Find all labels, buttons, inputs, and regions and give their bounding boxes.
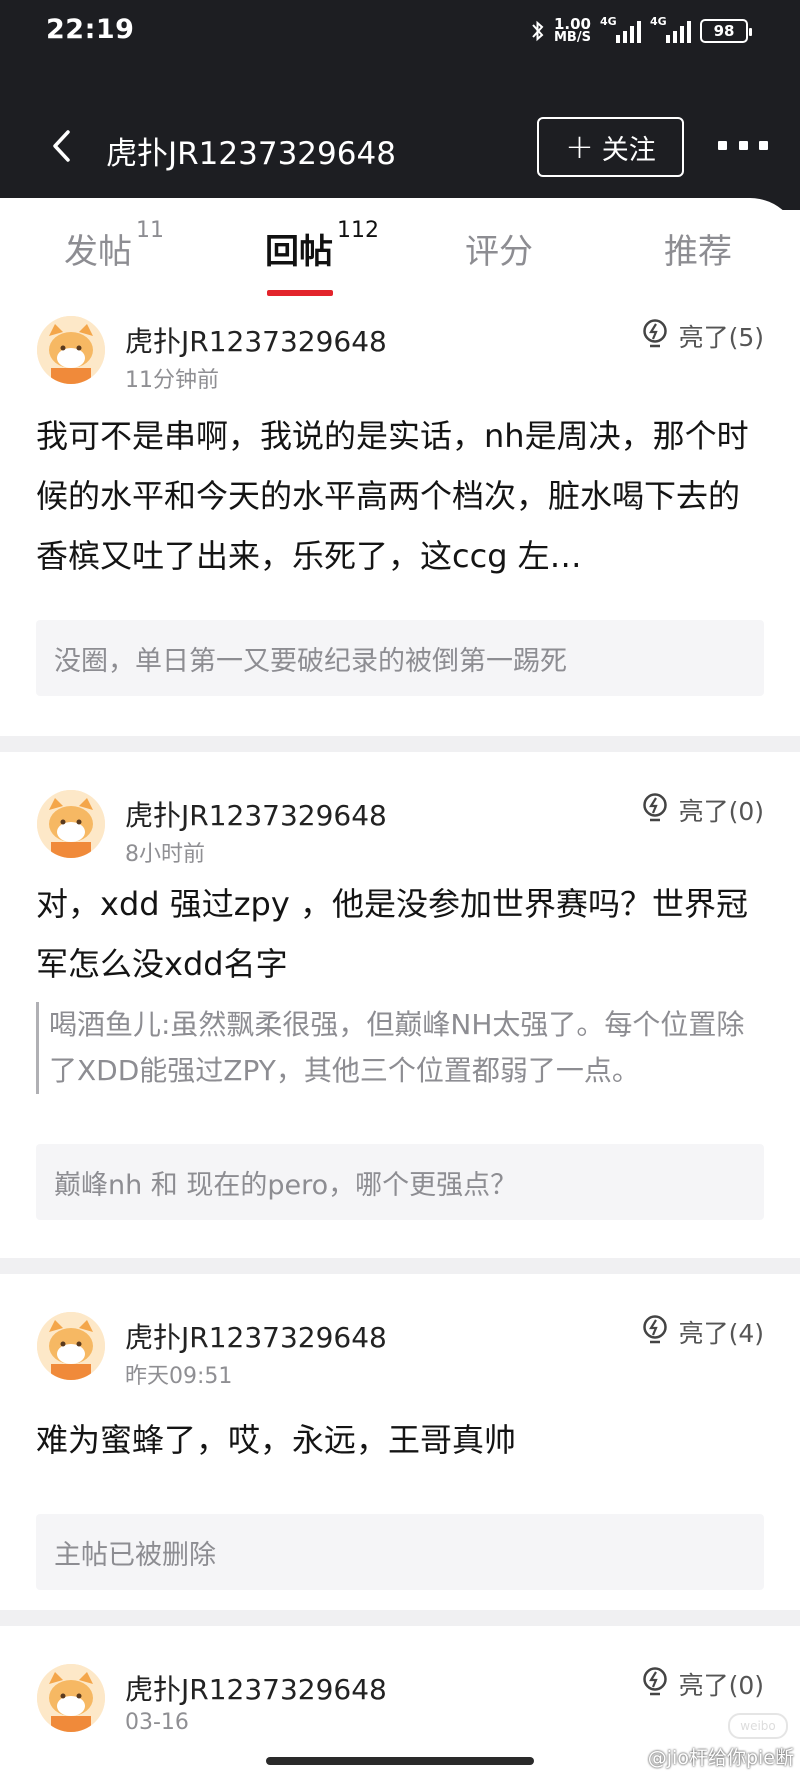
signal-icon: 4G (600, 15, 641, 43)
status-icons: 1.00 MB/S 4G 4G 98 (531, 14, 752, 48)
tab-bar: 发帖11 回帖112 评分 推荐 (0, 198, 800, 298)
like-count: 亮了(4) (678, 1319, 764, 1348)
username[interactable]: 虎扑JR1237329648 (125, 1668, 387, 1708)
bluetooth-icon (532, 20, 544, 42)
watermark-logo: weibo (728, 1713, 788, 1739)
like-count: 亮了(0) (678, 797, 764, 826)
follow-button[interactable]: + 关注 (537, 117, 684, 177)
quoted-reply: 喝酒鱼儿:虽然飘柔很强，但巅峰NH太强了。每个位置除了XDD能强过ZPY，其他三… (36, 1002, 766, 1094)
original-post-link[interactable]: 巅峰nh 和 现在的pero，哪个更强点？ (36, 1144, 764, 1220)
post-time: 昨天09:51 (125, 1364, 233, 1389)
signal-icon-2: 4G (650, 15, 691, 43)
avatar[interactable] (37, 790, 105, 858)
like-button[interactable]: 亮了(0) (641, 1666, 764, 1702)
plus-icon: + (565, 127, 594, 167)
lightbulb-icon (642, 793, 667, 822)
divider (0, 1258, 800, 1274)
divider (0, 736, 800, 752)
fox-avatar-icon (37, 790, 105, 858)
back-button[interactable] (40, 124, 84, 168)
watermark: @jio杆给你pie断 (647, 1747, 794, 1769)
status-time: 22:19 (46, 14, 135, 45)
network-speed: 1.00 MB/S (553, 15, 591, 45)
original-post-link[interactable]: 主帖已被删除 (36, 1514, 764, 1590)
like-button[interactable]: 亮了(0) (641, 792, 764, 828)
follow-label: 关注 (601, 134, 656, 166)
post-time: 03-16 (125, 1710, 189, 1735)
reply-item[interactable]: 虎扑JR1237329648 8小时前 亮了(0) 对，xdd 强过zpy ，他… (0, 790, 800, 1230)
like-count: 亮了(0) (678, 1671, 764, 1700)
page-title: 虎扑JR1237329648 (106, 136, 396, 172)
tab-posts[interactable]: 发帖11 (64, 218, 164, 273)
more-dots-icon (718, 140, 727, 150)
reply-content: 我可不是串啊，我说的是实话，nh是周决，那个时候的水平和今天的水平高两个档次，脏… (36, 417, 749, 575)
tab-replies[interactable]: 回帖112 (265, 218, 379, 273)
battery-icon: 98 (700, 19, 752, 43)
username[interactable]: 虎扑JR1237329648 (125, 320, 387, 360)
original-post-link[interactable]: 没圈，单日第一又要破纪录的被倒第一踢死 (36, 620, 764, 696)
lightbulb-icon (642, 319, 667, 348)
reply-content: 难为蜜蜂了，哎，永远，王哥真帅 (36, 1421, 517, 1459)
like-button[interactable]: 亮了(4) (641, 1314, 764, 1350)
active-tab-indicator (267, 290, 333, 296)
divider (0, 1610, 800, 1626)
like-button[interactable]: 亮了(5) (641, 318, 764, 354)
content-sheet: 发帖11 回帖112 评分 推荐 虎扑JR1237329648 11分钟前 亮了… (0, 198, 800, 1778)
username[interactable]: 虎扑JR1237329648 (125, 794, 387, 834)
reply-item[interactable]: 虎扑JR1237329648 昨天09:51 亮了(4) 难为蜜蜂了，哎，永远，… (0, 1312, 800, 1612)
fox-avatar-icon (37, 1312, 105, 1380)
app-header: 22:19 1.00 MB/S 4G 4G 98 虎扑JR1237329648 +… (0, 0, 800, 210)
avatar[interactable] (37, 316, 105, 384)
status-bar: 22:19 1.00 MB/S 4G 4G 98 (0, 0, 800, 64)
reply-content: 对，xdd 强过zpy ，他是没参加世界赛吗？世界冠军怎么没xdd名字 (36, 885, 748, 983)
username[interactable]: 虎扑JR1237329648 (125, 1316, 387, 1356)
avatar[interactable] (37, 1664, 105, 1732)
tab-ratings[interactable]: 评分 (465, 224, 533, 273)
home-indicator[interactable] (266, 1757, 534, 1765)
chevron-left-icon (53, 130, 70, 162)
post-time: 11分钟前 (125, 368, 219, 393)
avatar[interactable] (37, 1312, 105, 1380)
lightbulb-icon (642, 1667, 667, 1696)
more-button[interactable] (718, 130, 768, 160)
tab-recommend[interactable]: 推荐 (664, 224, 732, 273)
nav-bar: 虎扑JR1237329648 + 关注 (0, 110, 800, 190)
fox-avatar-icon (37, 316, 105, 384)
post-time: 8小时前 (125, 842, 205, 867)
fox-avatar-icon (37, 1664, 105, 1732)
like-count: 亮了(5) (678, 323, 764, 352)
lightbulb-icon (642, 1315, 667, 1344)
